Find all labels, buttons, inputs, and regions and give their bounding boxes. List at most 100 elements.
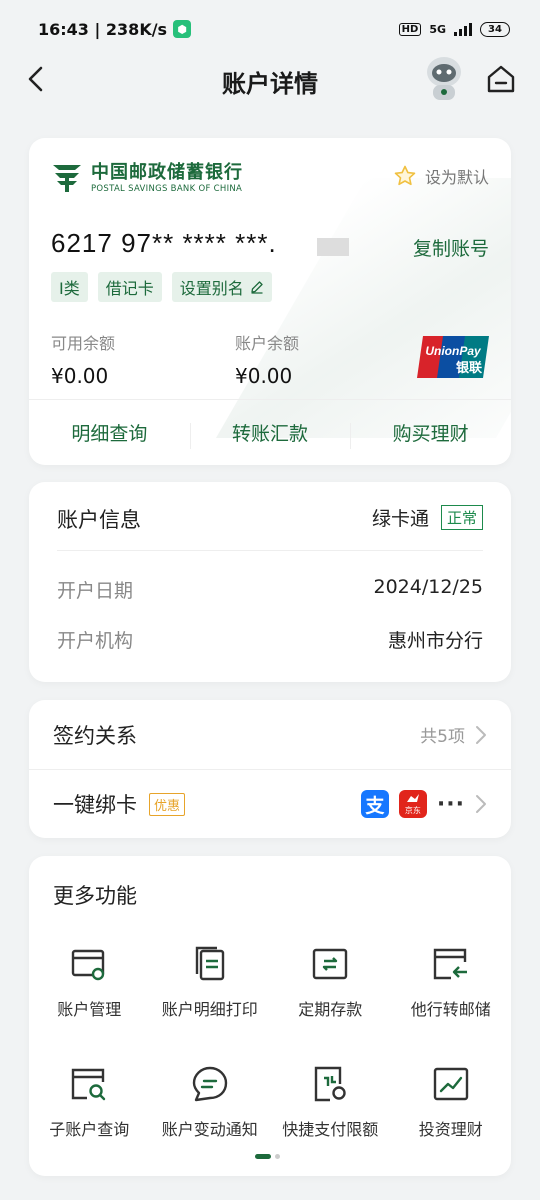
card-type-row: 绿卡通 正常 <box>372 504 483 531</box>
sign-card: 签约关系 共5项 一键绑卡 优惠 支 京东 ··· <box>29 700 511 838</box>
set-alias-button[interactable]: 设置别名 <box>171 272 272 302</box>
change-notify-label: 账户变动通知 <box>161 1120 258 1139</box>
fixed-deposit-label: 定期存款 <box>298 1000 363 1019</box>
promo-badge: 优惠 <box>149 792 186 816</box>
network-label: 5G <box>429 22 446 36</box>
chevron-right-icon <box>476 795 486 813</box>
transfer-in-label: 他行转邮储 <box>410 1000 491 1019</box>
card-tags: I类 借记卡 设置别名 <box>51 272 272 302</box>
status-right: HD 5G 34 <box>398 21 510 37</box>
open-date-label: 开户日期 <box>57 580 134 602</box>
status-left: 16:43 | 238K/s ⬢ <box>38 19 192 39</box>
quick-pay-limit-button[interactable]: 快捷支付限额 <box>270 1064 391 1140</box>
buy-wealth-button[interactable]: 购买理财 <box>350 419 511 449</box>
bank-name-cn: 中国邮政储蓄银行 <box>91 162 243 183</box>
open-date-value: 2024/12/25 <box>373 576 483 598</box>
alipay-icon: 支 <box>360 790 389 818</box>
transfer-in-button[interactable]: 他行转邮储 <box>391 944 512 1020</box>
page-dot <box>275 1154 280 1159</box>
more-dots-icon: ··· <box>436 791 465 817</box>
bank-name-en: POSTAL SAVINGS BANK OF CHINA <box>91 184 243 194</box>
account-manage-icon <box>72 949 105 981</box>
investment-chart-icon <box>433 1067 468 1101</box>
divider <box>57 550 483 551</box>
function-grid: 账户管理 账户明细打印 定期存款 他行转邮储 子账户查询 账户变动通知 快捷支付… <box>29 944 511 1140</box>
nav-bar: 账户详情 <box>0 50 540 110</box>
masked-digits <box>317 238 349 256</box>
detail-query-button[interactable]: 明细查询 <box>29 419 190 446</box>
sign-relation-row[interactable]: 签约关系 共5项 <box>29 700 511 769</box>
card-actions: 明细查询 转账汇款 购买理财 <box>29 399 511 465</box>
bind-card-right: 支 京东 ··· <box>360 790 487 818</box>
hd-icon: HD <box>398 22 422 36</box>
sub-account-search-button[interactable]: 子账户查询 <box>29 1064 150 1140</box>
print-detail-button[interactable]: 账户明细打印 <box>150 944 271 1020</box>
account-manage-button[interactable]: 账户管理 <box>29 944 150 1020</box>
print-detail-label: 账户明细打印 <box>161 1000 258 1019</box>
sign-relation-label: 签约关系 <box>53 723 137 748</box>
svg-text:银联: 银联 <box>456 360 482 376</box>
jd-label: 京东 <box>404 805 421 815</box>
sign-relation-count: 共5项 <box>420 727 465 747</box>
jd-dog-icon <box>406 793 419 802</box>
edit-pencil-icon <box>251 281 263 294</box>
unionpay-logo-icon: UnionPay 银联 <box>417 336 489 378</box>
account-balance-value: ¥0.00 <box>235 364 293 388</box>
transfer-button[interactable]: 转账汇款 <box>189 419 351 449</box>
open-date-row: 开户日期 2024/12/25 <box>57 576 483 603</box>
account-info-card: 账户信息 绿卡通 正常 开户日期 2024/12/25 开户机构 惠州市分行 <box>29 482 511 682</box>
sub-account-search-label: 子账户查询 <box>49 1120 130 1139</box>
more-functions-card: 更多功能 账户管理 账户明细打印 定期存款 他行转邮储 子账户查询 账户变动通知… <box>29 856 511 1176</box>
open-branch-row: 开户机构 惠州市分行 <box>57 626 483 653</box>
home-icon[interactable] <box>484 62 518 96</box>
set-default-button[interactable]: 设为默认 <box>393 164 489 188</box>
bind-card-row[interactable]: 一键绑卡 优惠 支 京东 ··· <box>29 769 511 838</box>
battery-icon: 34 <box>480 21 510 37</box>
set-default-label: 设为默认 <box>424 168 489 187</box>
available-balance-label: 可用余额 <box>51 334 116 353</box>
account-manage-label: 账户管理 <box>57 1000 122 1019</box>
page-indicator <box>255 1154 280 1159</box>
chat-notify-icon <box>192 1066 227 1102</box>
quick-pay-limit-icon <box>315 1066 346 1102</box>
available-balance-value: ¥0.00 <box>51 364 109 388</box>
account-number: 6217 97** **** ***. <box>51 228 277 258</box>
investment-label: 投资理财 <box>418 1120 483 1139</box>
bind-card-label: 一键绑卡 <box>53 793 137 817</box>
print-detail-icon <box>195 946 224 981</box>
status-badge: 正常 <box>440 505 483 530</box>
signal-icon <box>454 22 472 36</box>
tag-class: I类 <box>51 272 88 302</box>
change-notify-button[interactable]: 账户变动通知 <box>150 1064 271 1140</box>
set-alias-label: 设置别名 <box>179 279 244 298</box>
account-info-title: 账户信息 <box>57 508 141 532</box>
more-functions-title: 更多功能 <box>53 884 137 908</box>
app-notification-icon: ⬢ <box>173 20 192 38</box>
tag-debit: 借记卡 <box>97 272 162 302</box>
sign-relation-right: 共5项 <box>420 722 487 747</box>
available-balance: 可用余额 ¥0.00 <box>51 330 115 388</box>
star-icon <box>394 165 416 186</box>
transfer-in-icon <box>433 948 467 980</box>
bank-card: 中国邮政储蓄银行 POSTAL SAVINGS BANK OF CHINA 设为… <box>29 138 511 465</box>
fixed-deposit-icon <box>313 948 348 980</box>
status-time: 16:43 | 238K/s <box>38 19 168 39</box>
sub-account-search-icon <box>72 1068 106 1101</box>
psbc-logo-icon <box>53 165 81 192</box>
jd-icon: 京东 <box>398 790 427 818</box>
open-branch-value: 惠州市分行 <box>387 630 483 652</box>
account-balance: 账户余额 ¥0.00 <box>235 330 299 388</box>
chevron-right-icon <box>476 725 486 744</box>
bank-logo: 中国邮政储蓄银行 POSTAL SAVINGS BANK OF CHINA <box>51 158 243 194</box>
bank-name: 中国邮政储蓄银行 POSTAL SAVINGS BANK OF CHINA <box>91 158 243 194</box>
copy-account-button[interactable]: 复制账号 <box>413 234 489 261</box>
open-branch-label: 开户机构 <box>57 630 134 652</box>
account-balance-label: 账户余额 <box>235 334 300 353</box>
fixed-deposit-button[interactable]: 定期存款 <box>270 944 391 1020</box>
assistant-robot-icon[interactable] <box>418 52 470 104</box>
investment-button[interactable]: 投资理财 <box>391 1064 512 1140</box>
svg-text:UnionPay: UnionPay <box>425 344 482 358</box>
card-type: 绿卡通 <box>371 508 429 530</box>
quick-pay-limit-label: 快捷支付限额 <box>282 1120 379 1139</box>
page-dot-active <box>255 1154 271 1159</box>
